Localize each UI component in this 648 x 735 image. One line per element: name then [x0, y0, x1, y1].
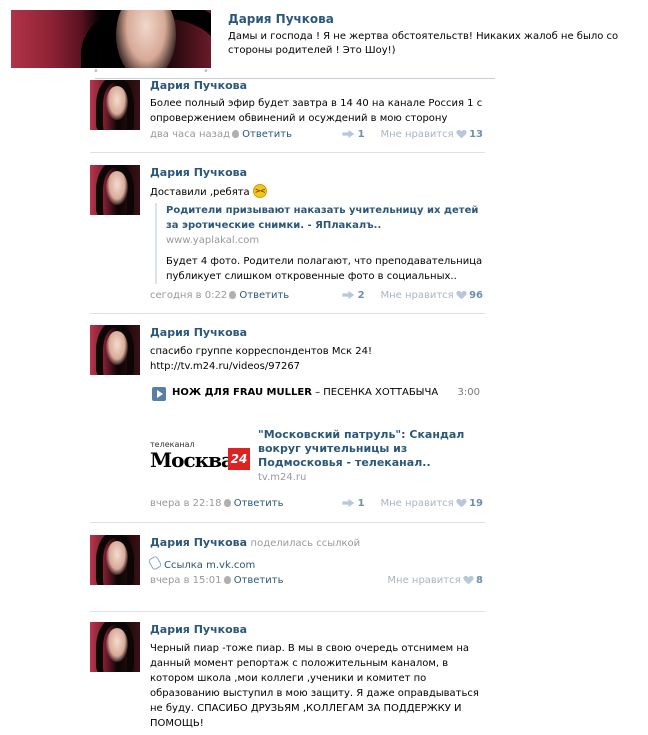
- apple-icon: [231, 130, 239, 138]
- post-action: поделилась ссылкой: [250, 538, 361, 549]
- shared-link[interactable]: Ссылка m.vk.com: [164, 560, 255, 571]
- post-text: спасибо группе корреспондентов Мск 24!: [150, 346, 372, 357]
- reply-link[interactable]: Ответить: [239, 290, 289, 301]
- top-post-photo[interactable]: [11, 10, 211, 68]
- divider: [90, 611, 485, 612]
- top-post-author[interactable]: Дария Пучкова: [228, 12, 334, 26]
- photo-face: [116, 10, 176, 68]
- avatar[interactable]: [90, 535, 140, 585]
- share-count: 1: [357, 129, 365, 140]
- share-count: 2: [357, 290, 365, 301]
- like-label[interactable]: Мне нравится: [387, 575, 460, 586]
- divider: [90, 522, 485, 523]
- share-count: 1: [357, 498, 365, 509]
- divider-dot: •: [203, 66, 209, 77]
- post-text: Черный пиар -тоже пиар. В мы в свою очер…: [150, 643, 479, 729]
- like-count: 8: [476, 575, 483, 586]
- post-meta: вчера в 15:01 Ответить Мне нравится 8: [150, 575, 485, 589]
- divider: [90, 152, 485, 153]
- post-meta: сегодня в 0:22 Ответить 2 Мне нравится 9…: [150, 290, 485, 304]
- share-icon[interactable]: [342, 499, 355, 507]
- apple-icon: [229, 291, 237, 299]
- top-post-text: Дамы и господа ! Я не жертва обстоятельс…: [228, 31, 619, 56]
- post-time[interactable]: сегодня в 0:22: [150, 290, 227, 301]
- like-count: 19: [469, 498, 483, 509]
- like-count: 96: [469, 290, 483, 301]
- heart-icon[interactable]: [457, 291, 466, 299]
- post-author[interactable]: Дария Пучкова: [150, 166, 485, 179]
- reply-link[interactable]: Ответить: [234, 575, 284, 586]
- post-time[interactable]: два часа назад: [150, 129, 230, 140]
- apple-icon: [223, 576, 231, 584]
- post-author[interactable]: Дария Пучкова: [150, 326, 485, 339]
- post-author[interactable]: Дария Пучкова: [150, 79, 485, 92]
- post-author[interactable]: Дария Пучкова: [150, 536, 247, 549]
- audio-artist[interactable]: НОЖ ДЛЯ FRAU MULLER: [172, 387, 312, 398]
- logo-number: 24: [228, 448, 250, 470]
- post-time[interactable]: вчера в 22:18: [150, 498, 222, 509]
- reply-link[interactable]: Ответить: [234, 498, 284, 509]
- like-count: 13: [469, 129, 483, 140]
- link-card[interactable]: "Московский патруль": Скандал вокруг учи…: [258, 428, 488, 483]
- heart-icon[interactable]: [457, 499, 466, 507]
- moskva24-logo[interactable]: телеканал Москва 24: [150, 440, 250, 480]
- link-title[interactable]: Родители призывают наказать учительницу …: [166, 203, 486, 233]
- audio-title[interactable]: ПЕСЕНКА ХОТТАБЫЧА: [323, 387, 438, 398]
- post-meta: два часа назад Ответить 1 Мне нравится 1…: [150, 129, 485, 143]
- share-icon[interactable]: [342, 291, 355, 299]
- avatar[interactable]: [90, 80, 140, 130]
- post-meta: вчера в 22:18 Ответить 1 Мне нравится 19: [150, 498, 485, 512]
- link-description: Будет 4 фото. Родители полагают, что пре…: [166, 256, 483, 282]
- post-time[interactable]: вчера в 15:01: [150, 575, 222, 586]
- audio-duration: 3:00: [457, 387, 480, 398]
- like-label[interactable]: Мне нравится: [380, 498, 453, 509]
- share-icon[interactable]: [342, 130, 355, 138]
- link-attachment[interactable]: Родители призывают наказать учительницу …: [155, 203, 486, 284]
- logo-word: Москва: [150, 448, 234, 472]
- post-text: Доставили ,ребята: [150, 187, 250, 198]
- like-label[interactable]: Мне нравится: [380, 290, 453, 301]
- avatar[interactable]: [90, 622, 140, 672]
- link-site[interactable]: www.yaplakal.com: [166, 235, 486, 246]
- audio-dash: –: [311, 387, 324, 398]
- avatar[interactable]: [90, 165, 140, 215]
- avatar[interactable]: [90, 325, 140, 375]
- play-icon[interactable]: [152, 387, 166, 401]
- heart-icon[interactable]: [457, 130, 466, 138]
- divider: [90, 313, 485, 314]
- link-icon: [147, 555, 163, 571]
- heart-icon[interactable]: [464, 576, 473, 584]
- laughing-emoji-icon: [252, 184, 267, 199]
- top-post-card: Дария Пучкова Дамы и господа ! Я не жерт…: [0, 0, 648, 77]
- reply-link[interactable]: Ответить: [242, 129, 292, 140]
- post-author[interactable]: Дария Пучкова: [150, 623, 485, 636]
- like-label[interactable]: Мне нравится: [380, 129, 453, 140]
- apple-icon: [223, 499, 231, 507]
- post-url[interactable]: http://tv.m24.ru/videos/97267: [150, 359, 485, 374]
- card-site[interactable]: tv.m24.ru: [258, 472, 488, 483]
- divider-dot: •: [93, 66, 99, 77]
- post-text: Более полный эфир будет завтра в 14 40 н…: [150, 98, 483, 124]
- audio-track[interactable]: НОЖ ДЛЯ FRAU MULLER – ПЕСЕНКА ХОТТАБЫЧА …: [150, 386, 485, 402]
- card-title[interactable]: "Московский патруль": Скандал вокруг учи…: [258, 428, 488, 470]
